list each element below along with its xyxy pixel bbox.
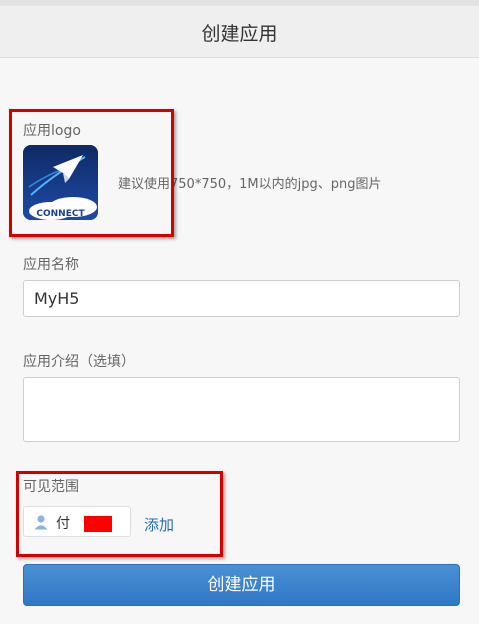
app-name-label: 应用名称 <box>23 257 79 273</box>
highlight-box-visibility <box>16 471 223 557</box>
app-intro-textarea[interactable] <box>23 377 460 442</box>
highlight-box-logo <box>9 109 174 237</box>
page-title: 创建应用 <box>201 23 278 45</box>
top-bar: 创建应用 <box>0 0 479 58</box>
create-app-button[interactable]: 创建应用 <box>23 564 460 606</box>
app-intro-label: 应用介绍（选填） <box>23 354 135 370</box>
app-name-input[interactable] <box>23 280 460 317</box>
